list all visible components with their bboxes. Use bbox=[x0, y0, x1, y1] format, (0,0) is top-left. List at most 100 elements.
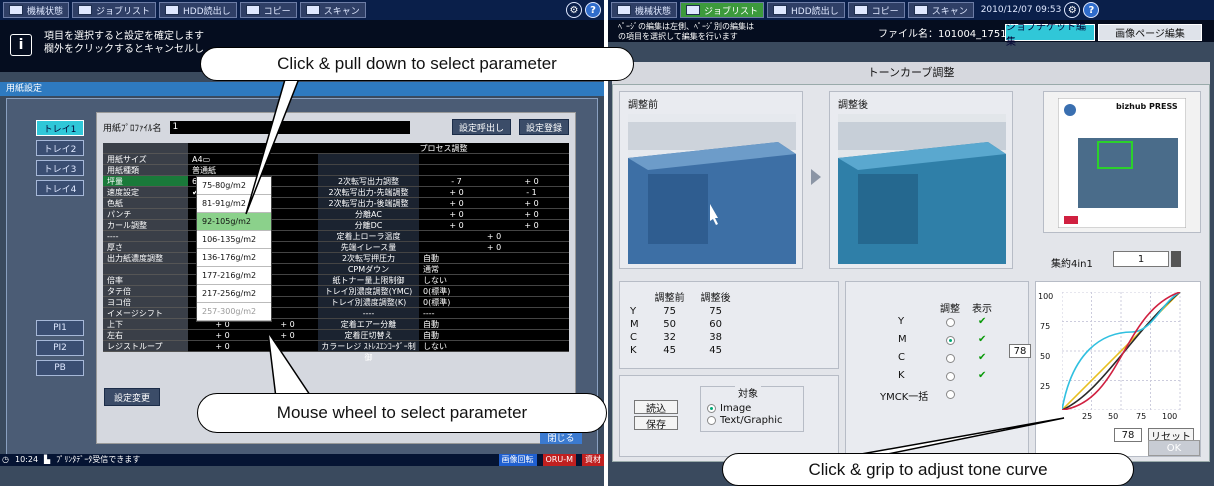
machine-state-icon bbox=[617, 5, 631, 15]
ok-button[interactable]: OK bbox=[1148, 440, 1200, 456]
channel-row[interactable]: Y ✔ bbox=[846, 316, 1026, 330]
display-check-icon[interactable]: ✔ bbox=[978, 334, 986, 345]
load-button[interactable]: 読込 bbox=[634, 400, 678, 415]
settings-row[interactable]: イメージシフト ---- ---- bbox=[103, 308, 569, 319]
channel-row[interactable]: YMCK一括 bbox=[846, 388, 1026, 403]
dropdown-option[interactable]: 106-135g/m2 bbox=[197, 231, 271, 249]
call-settings-button[interactable]: 設定呼出し bbox=[451, 119, 511, 135]
display-check-icon[interactable]: ✔ bbox=[978, 352, 986, 363]
settings-icon[interactable]: ⚙ bbox=[1064, 2, 1081, 18]
status-bar: ◷ 10:24 ▙ ﾌﾟﾘﾝﾀﾃﾞｰﾀ受信できます 画像回転 ORU-M 資材 bbox=[0, 454, 604, 466]
adjust-radio-icon[interactable] bbox=[946, 354, 955, 363]
dropdown-option[interactable]: 92-105g/m2 bbox=[197, 213, 271, 231]
settings-row[interactable]: カール調整 分離DC + 0 + 0 bbox=[103, 220, 569, 231]
pi1-button[interactable]: PI1 bbox=[36, 320, 84, 336]
callout-tone-curve: Click & grip to adjust tone curve bbox=[722, 453, 1134, 486]
tab-hdd-read[interactable]: HDD読出し bbox=[159, 2, 237, 18]
tab-machine-state[interactable]: 機械状態 bbox=[611, 2, 678, 18]
status-badge-supplies[interactable]: 資材 bbox=[582, 454, 604, 466]
target-label: 対象 bbox=[735, 385, 761, 400]
tab-machine-state[interactable]: 機械状態 bbox=[3, 2, 70, 18]
channel-row[interactable]: C ✔ bbox=[846, 352, 1026, 366]
adjust-radio-icon[interactable] bbox=[946, 318, 955, 327]
settings-icon[interactable]: ⚙ bbox=[566, 2, 582, 18]
settings-row[interactable]: ヨコ倍 トレイ別濃度調整(K) 0(標準) bbox=[103, 297, 569, 308]
save-button[interactable]: 保存 bbox=[634, 416, 678, 431]
adjust-radio-icon[interactable] bbox=[946, 336, 955, 345]
settings-row[interactable]: 用紙サイズ A4▭ bbox=[103, 154, 569, 165]
tab-job-ticket-edit[interactable]: ジョブチケット編集 bbox=[1005, 22, 1095, 48]
paper-weight-dropdown[interactable]: 75-80g/m2 81-91g/m2 92-105g/m2 106-135g/m2 1… bbox=[196, 176, 272, 322]
tab-copy[interactable]: コピー bbox=[239, 2, 297, 18]
settings-row[interactable]: 厚さ 先端イレース量 + 0 bbox=[103, 242, 569, 253]
radio-selected-icon bbox=[707, 404, 716, 413]
curve-x-spinner[interactable]: 78 bbox=[1114, 428, 1142, 442]
settings-row[interactable]: パンチ 分離AC + 0 + 0 bbox=[103, 209, 569, 220]
target-box: 読込 保存 対象 Image Text/Graphic bbox=[619, 375, 839, 457]
nup-label: 集約4in1 bbox=[1051, 259, 1093, 270]
thumbnail-logo-text: bizhub PRESS bbox=[1116, 102, 1178, 111]
settings-row[interactable]: CPMダウン 通常 bbox=[103, 264, 569, 275]
tray-4-button[interactable]: トレイ4 bbox=[36, 180, 84, 196]
status-badge-rotate[interactable]: 画像回転 bbox=[498, 454, 537, 466]
after-preview-box: 調整後 bbox=[829, 91, 1013, 269]
settings-row[interactable]: 出力紙濃度調整 2次転写押圧力 自動 bbox=[103, 253, 569, 264]
profile-row: 用紙ﾌﾟﾛﾌｧｲﾙ名 1 設定呼出し 設定登録 bbox=[103, 119, 569, 135]
register-settings-button[interactable]: 設定登録 bbox=[518, 119, 569, 135]
tab-scan[interactable]: スキャン bbox=[907, 2, 974, 18]
tray-2-button[interactable]: トレイ2 bbox=[36, 140, 84, 156]
settings-row[interactable]: 色紙 2次転写出力-後端調整 + 0 + 0 bbox=[103, 198, 569, 209]
settings-row[interactable]: 坪量62-74g/m22次転写出力調整- 7+ 0 bbox=[103, 176, 569, 187]
pi2-button[interactable]: PI2 bbox=[36, 340, 84, 356]
target-text-radio[interactable]: Text/Graphic bbox=[707, 415, 783, 426]
scan-icon bbox=[305, 5, 320, 15]
tab-job-list[interactable]: ジョブリスト bbox=[680, 2, 765, 18]
display-check-icon[interactable]: ✔ bbox=[978, 370, 986, 381]
profile-name-field[interactable]: 1 bbox=[169, 120, 410, 134]
pb-button[interactable]: PB bbox=[36, 360, 84, 376]
tray-1-button[interactable]: トレイ1 bbox=[36, 120, 84, 136]
dropdown-option[interactable]: 177-216g/m2 bbox=[197, 267, 271, 285]
adjust-radio-icon[interactable] bbox=[946, 390, 955, 399]
dropdown-option[interactable]: 75-80g/m2 bbox=[197, 177, 271, 195]
job-list-icon bbox=[686, 5, 701, 15]
dropdown-option[interactable]: 257-300g/m2 bbox=[197, 303, 271, 321]
settings-row[interactable]: 速度設定✔62-74g/m22次転写出力-先端調整+ 0- 1 bbox=[103, 187, 569, 198]
arrow-right-icon bbox=[811, 169, 821, 185]
channel-row[interactable]: K ✔ bbox=[846, 370, 1026, 384]
message-line-1: 項目を選択すると設定を確定します bbox=[44, 31, 204, 42]
tab-scan[interactable]: スキャン bbox=[299, 2, 366, 18]
settings-row[interactable]: 用紙種類 普通紙 bbox=[103, 165, 569, 176]
thumbnail-box[interactable]: bizhub PRESS bbox=[1043, 91, 1201, 233]
tone-curve-graph[interactable] bbox=[1062, 292, 1182, 410]
tab-copy[interactable]: コピー bbox=[847, 2, 905, 18]
change-settings-button[interactable]: 設定変更 bbox=[104, 388, 160, 406]
target-image-radio[interactable]: Image bbox=[707, 403, 751, 414]
settings-row[interactable]: 倍率 紙トナー量上限制御 しない bbox=[103, 275, 569, 286]
channel-row[interactable]: M ✔ bbox=[846, 334, 1026, 348]
nup-stepper-icon[interactable] bbox=[1171, 251, 1181, 267]
tab-image-page-edit[interactable]: 画像ページ編集 bbox=[1098, 24, 1202, 41]
nup-spinner[interactable]: 1 bbox=[1113, 251, 1169, 267]
help-icon[interactable]: ? bbox=[1083, 2, 1100, 18]
tab-job-list[interactable]: ジョブリスト bbox=[72, 2, 157, 18]
settings-row[interactable]: ---- 定着上ローラ温度 + 0 bbox=[103, 231, 569, 242]
settings-row[interactable]: レジストループ + 0 カラーレジ ｽﾄﾚｽｴﾝｺｰﾀﾞｰ制御 しない bbox=[103, 341, 569, 362]
callout-pull-down: Click & pull down to select parameter bbox=[200, 47, 634, 81]
status-badge-oru[interactable]: ORU-M bbox=[542, 454, 576, 466]
status-time: 10:24 bbox=[14, 455, 39, 464]
adjust-radio-icon[interactable] bbox=[946, 372, 955, 381]
tab-hdd-read[interactable]: HDD読出し bbox=[767, 2, 845, 18]
settings-row[interactable]: 左右 + 0 + 0 定着圧切替え 自動 bbox=[103, 330, 569, 341]
settings-row[interactable]: 上下 + 0 + 0 定着エアー分離 自動 bbox=[103, 319, 569, 330]
help-icon[interactable]: ? bbox=[585, 2, 601, 18]
curve-y-spinner[interactable]: 78 bbox=[1009, 344, 1031, 358]
dropdown-option[interactable]: 136-176g/m2 bbox=[197, 249, 271, 267]
tray-3-button[interactable]: トレイ3 bbox=[36, 160, 84, 176]
screen-title: 用紙設定 bbox=[0, 82, 604, 96]
settings-row[interactable]: タテ倍 トレイ別濃度調整(YMC) 0(標準) bbox=[103, 286, 569, 297]
status-text: ﾌﾟﾘﾝﾀﾃﾞｰﾀ受信できます bbox=[56, 455, 141, 464]
dropdown-option[interactable]: 81-91g/m2 bbox=[197, 195, 271, 213]
display-check-icon[interactable]: ✔ bbox=[978, 316, 986, 327]
dropdown-option[interactable]: 217-256g/m2 bbox=[197, 285, 271, 303]
